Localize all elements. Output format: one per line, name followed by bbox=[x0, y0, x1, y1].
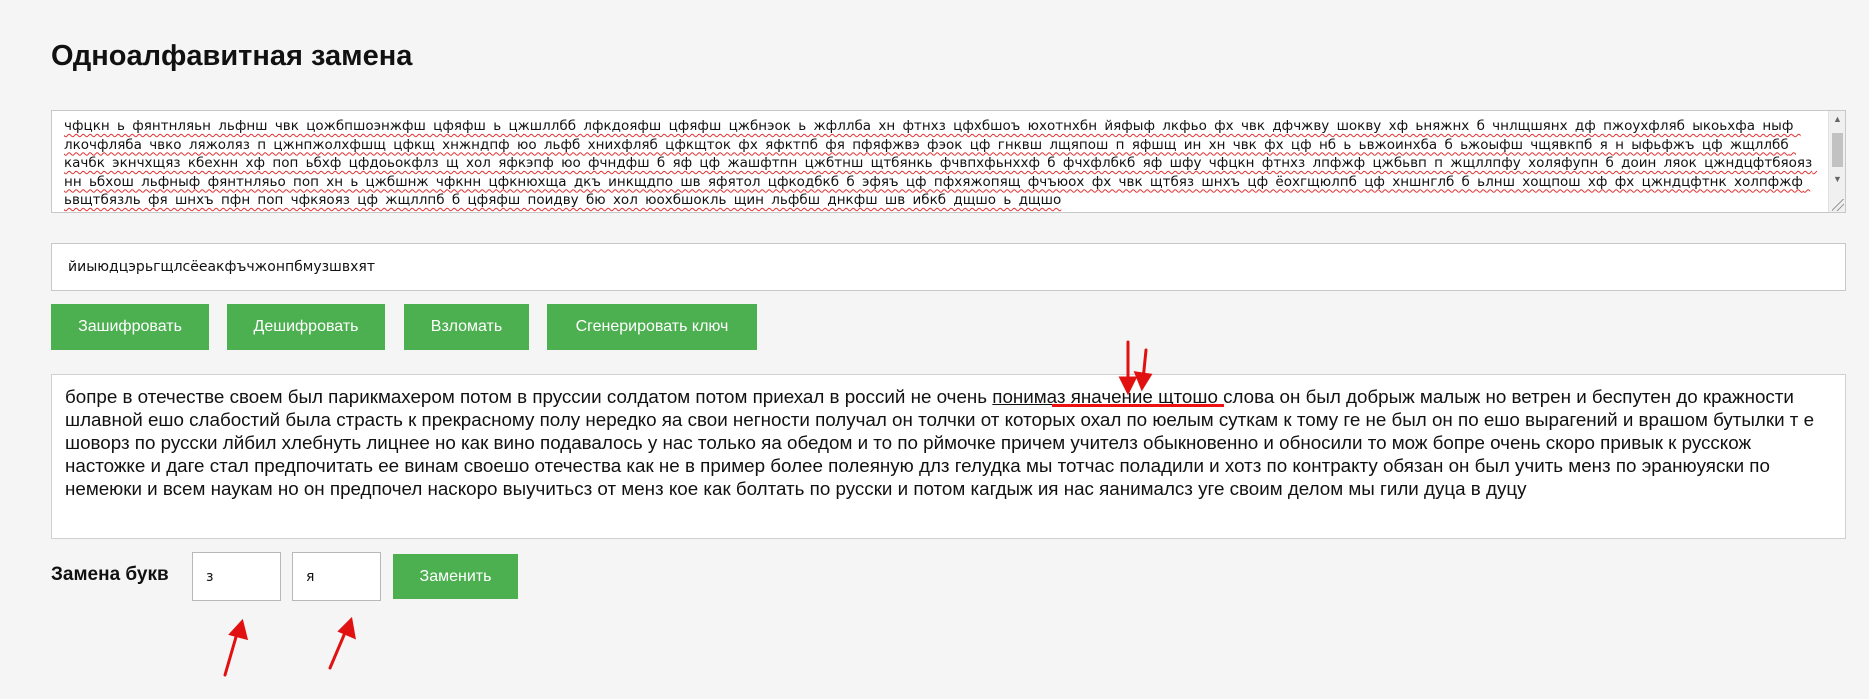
scrollbar-thumb[interactable] bbox=[1832, 133, 1843, 167]
result-output: бопре в отечестве своем был парикмахером… bbox=[51, 374, 1846, 539]
replace-to-input[interactable] bbox=[292, 552, 381, 601]
crack-button[interactable]: Взломать bbox=[404, 304, 529, 350]
decrypt-button[interactable]: Дешифровать bbox=[227, 304, 385, 350]
resize-grip-icon[interactable] bbox=[1832, 199, 1844, 211]
result-text-before: бопре в отечестве своем был парикмахером… bbox=[65, 386, 993, 407]
annotation-arrow-4 bbox=[328, 626, 349, 670]
ciphertext-content[interactable]: чфцкн ь фянтнляьн льфнш чвк цожбпшоэнжфш… bbox=[64, 117, 1817, 212]
ciphertext-textarea[interactable]: чфцкн ь фянтнляьн льфнш чвк цожбпшоэнжфш… bbox=[51, 110, 1846, 213]
replace-button[interactable]: Заменить bbox=[393, 554, 518, 599]
page-title: Одноалфавитная замена bbox=[51, 40, 413, 72]
ciphertext-scrollbar[interactable]: ▲ ▼ bbox=[1828, 111, 1845, 212]
annotation-arrow-3 bbox=[223, 628, 240, 677]
annotation-arrowhead-3 bbox=[228, 618, 249, 641]
annotation-underline bbox=[1052, 404, 1224, 407]
scroll-up-icon[interactable]: ▲ bbox=[1829, 111, 1845, 127]
scroll-down-icon[interactable]: ▼ bbox=[1829, 171, 1845, 187]
encrypt-button[interactable]: Зашифровать bbox=[51, 304, 209, 350]
result-text: бопре в отечестве своем был парикмахером… bbox=[65, 385, 1825, 500]
generate-key-button[interactable]: Сгенерировать ключ bbox=[547, 304, 757, 350]
annotation-arrowhead-4 bbox=[337, 616, 356, 640]
key-input[interactable] bbox=[51, 243, 1846, 291]
replace-letters-label: Замена букв bbox=[51, 564, 169, 585]
replace-from-input[interactable] bbox=[192, 552, 281, 601]
